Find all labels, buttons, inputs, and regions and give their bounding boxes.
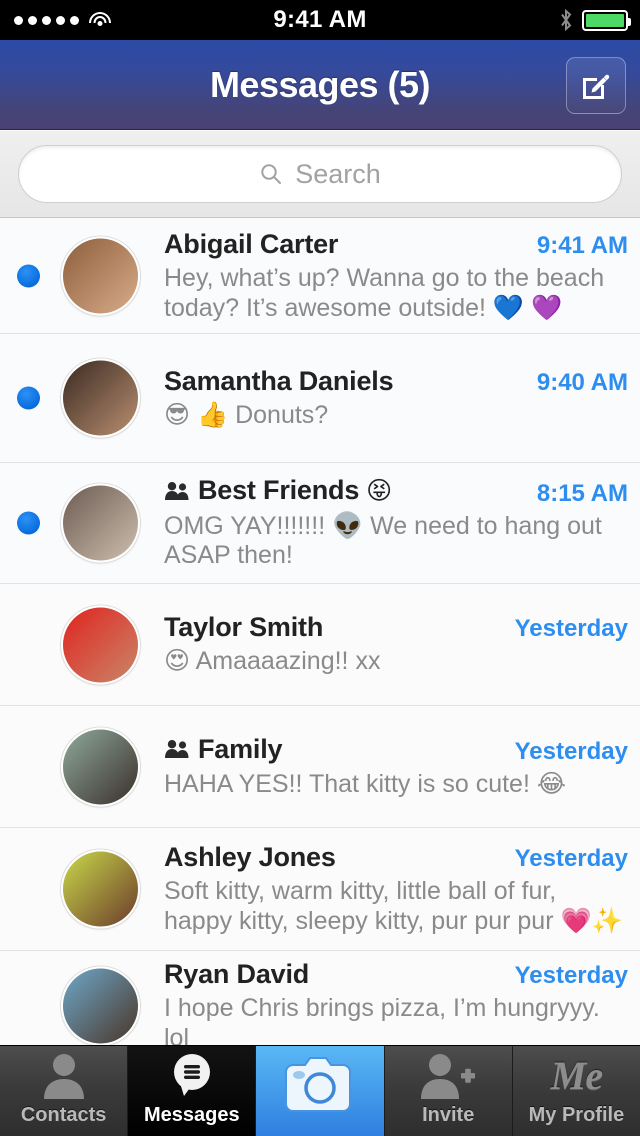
bluetooth-icon	[561, 9, 572, 31]
conversation-header: Taylor Smith Yesterday	[164, 612, 628, 643]
conversation-row[interactable]: Best Friends 😝 8:15 AM OMG YAY!!!!!!! 👽 We …	[0, 463, 640, 584]
compose-message-button[interactable]	[566, 57, 626, 114]
compose-icon	[583, 74, 610, 99]
battery-icon	[582, 9, 631, 31]
add-person-icon	[385, 1046, 512, 1104]
conversation-row[interactable]: Samantha Daniels 9:40 AM 😎 👍 Donuts?	[0, 334, 640, 463]
search-icon	[261, 164, 282, 184]
tab-label-my-profile: My Profile	[528, 1104, 625, 1126]
conversation-name-text: Best Friends	[198, 475, 360, 506]
search-input[interactable]: Search	[18, 145, 622, 203]
conversation-preview: OMG YAY!!!!!!! 👽 We need to hang out ASA…	[164, 511, 602, 570]
conversation-name: Best Friends 😝	[164, 475, 392, 506]
avatar-ryan-david[interactable]	[61, 966, 140, 1046]
conversation-content: Ashley Jones Yesterday Soft kitty, warm ki…	[164, 828, 628, 950]
conversation-row[interactable]: Ashley Jones Yesterday Soft kitty, warm ki…	[0, 828, 640, 951]
conversation-header: Family Yesterday	[164, 734, 628, 767]
tab-camera[interactable]	[256, 1046, 385, 1136]
conversation-row[interactable]: Family Yesterday HAHA YES!! That kitty is …	[0, 706, 640, 828]
conversation-timestamp: Yesterday	[514, 845, 628, 872]
conversation-name: Taylor Smith	[164, 612, 323, 643]
conversation-content: Family Yesterday HAHA YES!! That kitty is …	[164, 706, 628, 827]
search-bar-container: Search	[0, 131, 640, 218]
conversation-name: Family	[164, 733, 283, 765]
conversation-timestamp: Yesterday	[514, 738, 628, 765]
tab-my-profile[interactable]: Me My Profile	[512, 1046, 640, 1136]
conversation-timestamp: 9:40 AM	[536, 368, 628, 396]
conversation-timestamp: Yesterday	[514, 615, 628, 643]
group-chat-icon	[165, 740, 189, 758]
conversation-timestamp: Yesterday	[514, 962, 628, 989]
status-bar-right	[559, 0, 631, 40]
conversation-content: Taylor Smith Yesterday 😍 Amaaaazing!! xx	[164, 584, 628, 705]
conversation-name-text: Samantha Daniels	[164, 365, 394, 396]
conversation-name: Ashley Jones	[164, 842, 336, 873]
conversation-preview: 😍 Amaaaazing!! xx	[164, 647, 381, 676]
avatar-ashley-jones[interactable]	[61, 849, 140, 929]
contacts-person-icon	[0, 1046, 127, 1104]
me-logo-icon: Me	[513, 1046, 640, 1104]
conversation-header: Samantha Daniels 9:40 AM	[164, 366, 628, 397]
conversation-header: Ashley Jones Yesterday	[164, 842, 628, 873]
avatar-family[interactable]	[61, 727, 140, 806]
conversation-row[interactable]: Abigail Carter 9:41 AM Hey, what’s up? Wan…	[0, 219, 640, 334]
avatar-best-friends[interactable]	[61, 483, 140, 563]
conversation-preview: Hey, what’s up? Wanna go to the beach to…	[164, 264, 605, 322]
tab-bar[interactable]: Contacts Messages Invite Me My Profile	[0, 1045, 640, 1136]
conversation-name-text: Ashley Jones	[164, 842, 336, 872]
name-emoji: 😝	[366, 476, 393, 505]
tab-contacts[interactable]: Contacts	[0, 1046, 129, 1136]
conversation-header: Abigail Carter 9:41 AM	[164, 229, 628, 260]
status-bar-clock: 9:41 AM	[273, 6, 367, 33]
conversation-preview: HAHA YES!! That kitty is so cute! 😂	[164, 770, 567, 798]
conversation-timestamp: 8:15 AM	[536, 479, 628, 507]
conversation-list[interactable]: Abigail Carter 9:41 AM Hey, what’s up? Wan…	[0, 219, 640, 1062]
conversation-timestamp: 9:41 AM	[536, 232, 628, 259]
tab-label-invite: Invite	[422, 1104, 475, 1126]
conversation-content: Best Friends 😝 8:15 AM OMG YAY!!!!!!! 👽 We …	[164, 463, 628, 583]
tab-label-contacts: Contacts	[20, 1104, 107, 1126]
camera-icon	[256, 1046, 383, 1127]
conversation-row[interactable]: Taylor Smith Yesterday 😍 Amaaaazing!! xx	[0, 584, 640, 706]
avatar-abigail-carter[interactable]	[61, 236, 140, 316]
tab-messages[interactable]: Messages	[128, 1046, 257, 1136]
unread-indicator-dot	[17, 511, 40, 535]
unread-indicator-dot	[17, 264, 40, 288]
conversation-name: Abigail Carter	[164, 229, 338, 260]
conversation-name: Ryan David	[164, 959, 309, 990]
page-title: Messages (5)	[209, 63, 431, 105]
navigation-bar: Messages (5)	[0, 40, 640, 130]
message-bubble-icon	[128, 1046, 255, 1104]
avatar-taylor-smith[interactable]	[61, 605, 140, 684]
conversation-content: Abigail Carter 9:41 AM Hey, what’s up? Wan…	[164, 219, 628, 333]
conversation-preview: 😎 👍 Donuts?	[164, 400, 329, 429]
conversation-content: Samantha Daniels 9:40 AM 😎 👍 Donuts?	[164, 334, 628, 462]
unread-indicator-dot	[17, 386, 40, 410]
tab-invite[interactable]: Invite	[384, 1046, 513, 1136]
group-chat-icon	[165, 481, 189, 500]
conversation-header: Best Friends 😝 8:15 AM	[164, 475, 628, 508]
conversation-name-text: Ryan David	[164, 959, 310, 989]
status-bar: 9:41 AM	[0, 0, 640, 40]
conversation-name-text: Abigail Carter	[164, 229, 339, 259]
conversation-header: Ryan David Yesterday	[164, 959, 628, 990]
conversation-name-text: Taylor Smith	[164, 612, 324, 643]
me-logo-text: Me	[550, 1052, 603, 1098]
conversation-preview: Soft kitty, warm kitty, little ball of f…	[164, 877, 623, 935]
conversation-name-text: Family	[198, 733, 283, 764]
search-placeholder: Search	[295, 158, 381, 189]
avatar-samantha-daniels[interactable]	[61, 358, 140, 438]
conversation-name: Samantha Daniels	[164, 365, 394, 397]
tab-label-messages: Messages	[143, 1104, 240, 1126]
